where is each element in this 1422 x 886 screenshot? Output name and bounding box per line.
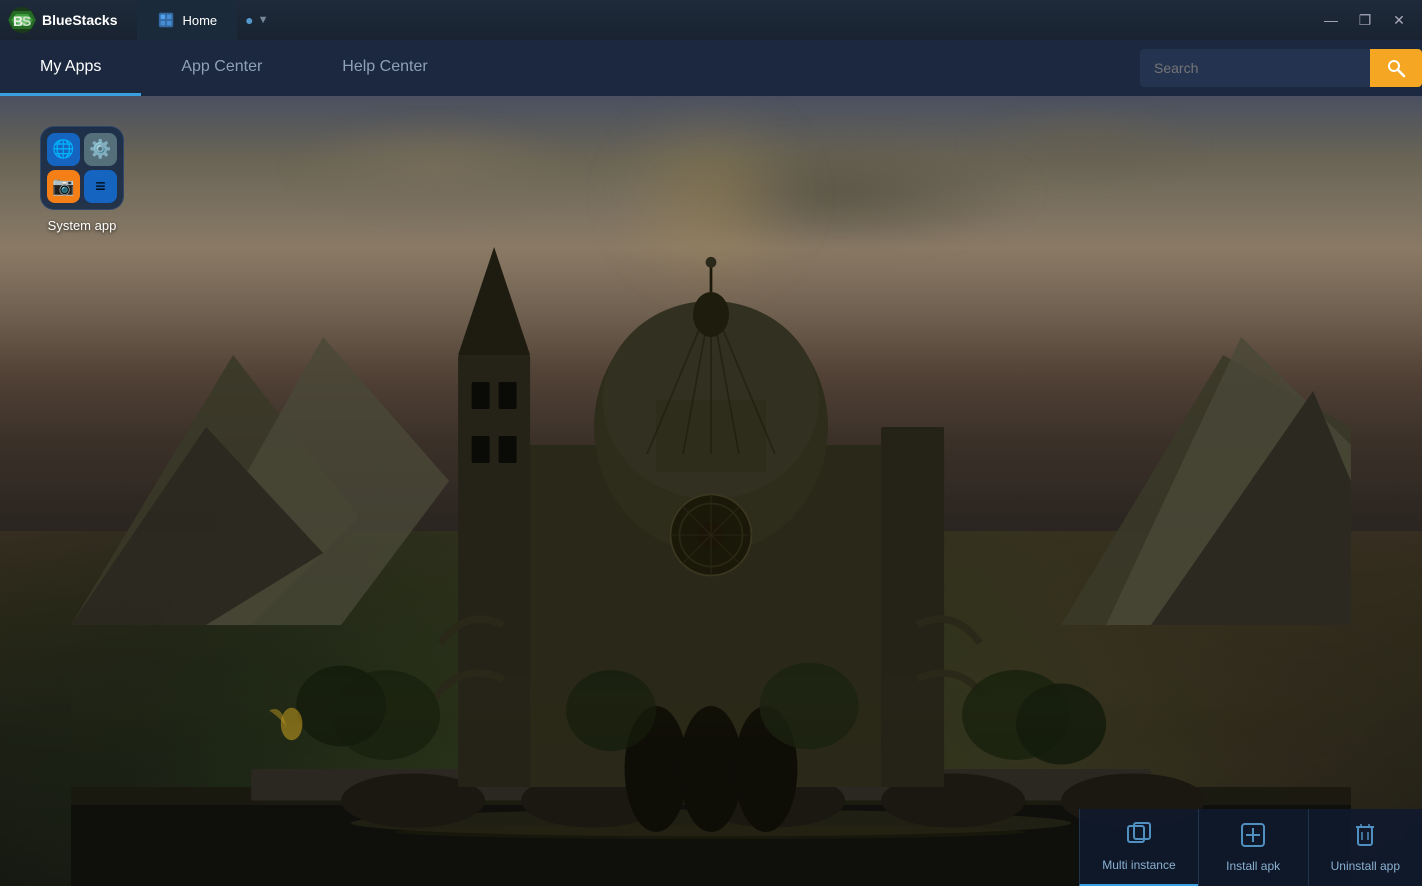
uninstall-app-icon bbox=[1352, 822, 1378, 854]
search-icon bbox=[1386, 58, 1406, 78]
minimize-button[interactable]: — bbox=[1316, 8, 1346, 32]
cathedral-illustration bbox=[0, 175, 1422, 886]
home-icon bbox=[157, 11, 175, 29]
uninstall-app-label: Uninstall app bbox=[1331, 859, 1400, 873]
install-apk-button[interactable]: Install apk bbox=[1198, 809, 1308, 886]
bottom-toolbar: Multi instance Install apk bbox=[1079, 809, 1422, 886]
title-tabs: Home bbox=[137, 0, 237, 40]
uninstall-app-svg-icon bbox=[1352, 822, 1378, 848]
icon-cell-list: ≡ bbox=[84, 170, 117, 203]
search-button[interactable] bbox=[1370, 49, 1422, 87]
brand-name: BlueStacks bbox=[42, 12, 117, 28]
tab-help-center-label: Help Center bbox=[342, 58, 427, 76]
install-apk-label: Install apk bbox=[1226, 859, 1280, 873]
tab-app-center-label: App Center bbox=[181, 58, 262, 76]
tab-my-apps[interactable]: My Apps bbox=[0, 40, 141, 96]
network-status-icon: ● bbox=[245, 12, 253, 28]
uninstall-app-button[interactable]: Uninstall app bbox=[1308, 809, 1422, 886]
search-input[interactable] bbox=[1140, 60, 1370, 76]
close-button[interactable]: ✕ bbox=[1384, 8, 1414, 32]
system-app-label: System app bbox=[48, 218, 117, 233]
brand-logo: B S BlueStacks bbox=[8, 6, 117, 34]
system-app-icon[interactable]: 🌐 ⚙️ 📷 ≡ System app bbox=[40, 126, 124, 233]
search-area bbox=[1140, 40, 1422, 96]
svg-text:S: S bbox=[22, 13, 31, 29]
install-apk-svg-icon bbox=[1240, 822, 1266, 848]
title-tab-home[interactable]: Home bbox=[137, 0, 237, 40]
main-content: 🌐 ⚙️ 📷 ≡ System app Multi instance bbox=[0, 96, 1422, 886]
nav-tabs: My Apps App Center Help Center bbox=[0, 40, 468, 96]
icon-cell-gear: ⚙️ bbox=[84, 133, 117, 166]
tab-app-center[interactable]: App Center bbox=[141, 40, 302, 96]
dropdown-arrow-icon: ▼ bbox=[258, 14, 269, 26]
multi-instance-button[interactable]: Multi instance bbox=[1079, 809, 1197, 886]
title-tab-home-label: Home bbox=[182, 13, 217, 28]
icon-cell-camera: 📷 bbox=[47, 170, 80, 203]
bluestacks-logo-icon: B S bbox=[8, 6, 36, 34]
icon-cell-globe: 🌐 bbox=[47, 133, 80, 166]
tab-my-apps-label: My Apps bbox=[40, 58, 101, 76]
title-bar: B S BlueStacks Home ● ▼ — ❐ ✕ bbox=[0, 0, 1422, 40]
system-app-icon-grid: 🌐 ⚙️ 📷 ≡ bbox=[40, 126, 124, 210]
search-box bbox=[1140, 49, 1370, 87]
multi-instance-icon bbox=[1126, 821, 1152, 853]
nav-bar: My Apps App Center Help Center bbox=[0, 40, 1422, 96]
multi-instance-label: Multi instance bbox=[1102, 858, 1175, 872]
window-controls: — ❐ ✕ bbox=[1316, 8, 1414, 32]
maximize-button[interactable]: ❐ bbox=[1350, 8, 1380, 32]
tab-help-center[interactable]: Help Center bbox=[302, 40, 467, 96]
multi-instance-svg-icon bbox=[1126, 821, 1152, 847]
install-apk-icon bbox=[1240, 822, 1266, 854]
title-bar-extra: ● ▼ bbox=[245, 12, 276, 28]
